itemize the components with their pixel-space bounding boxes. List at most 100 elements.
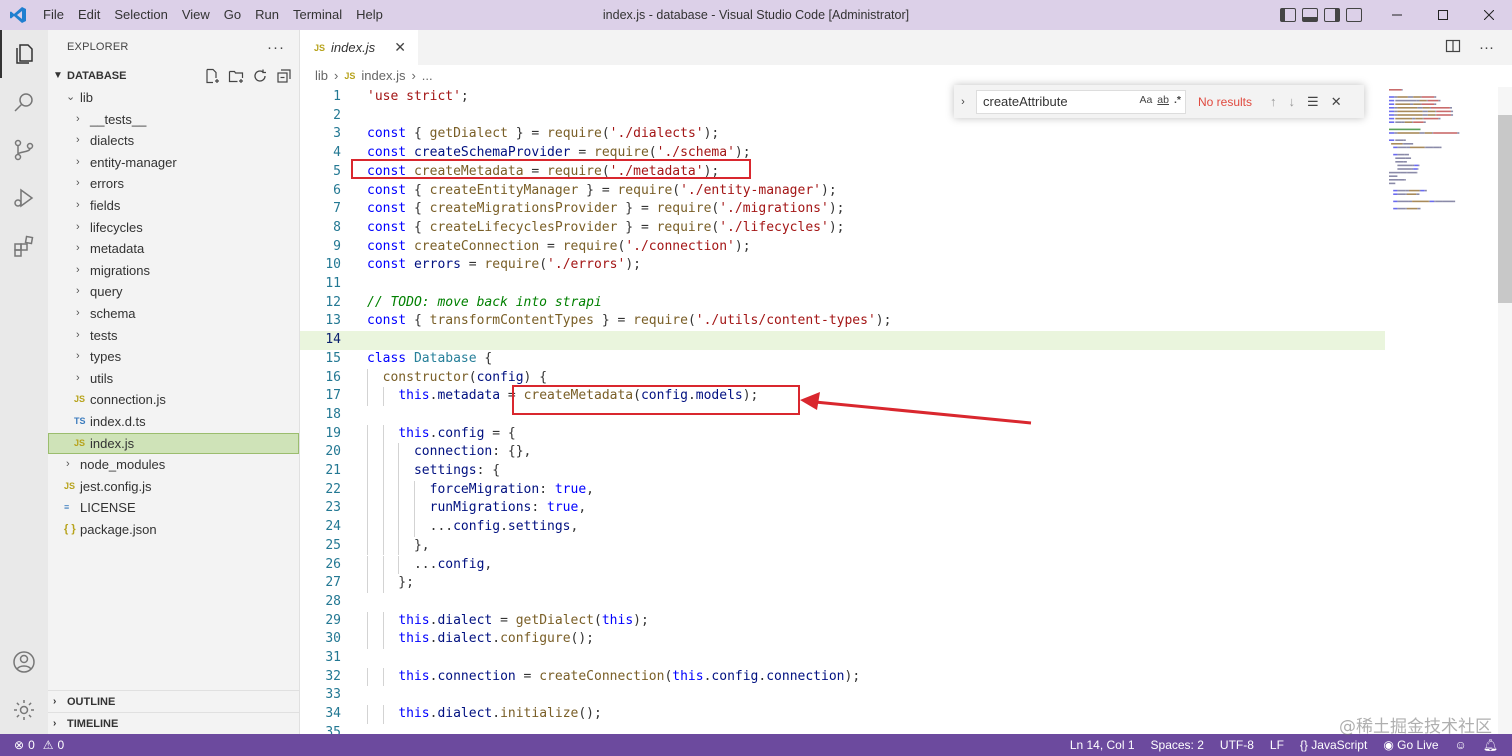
vertical-scrollbar[interactable] (1498, 87, 1512, 734)
code-token: ( (601, 163, 610, 179)
line-number: 31 (325, 650, 341, 665)
code-editor[interactable]: 1'use strict'; 2 3 const { getDialect } = r… (300, 87, 1385, 734)
maximize-button[interactable] (1420, 0, 1466, 30)
cursor-position[interactable]: Ln 14, Col 1 (1070, 738, 1135, 752)
toggle-primary-sidebar-icon[interactable] (1280, 8, 1296, 22)
menu-go[interactable]: Go (217, 0, 248, 30)
close-tab-icon[interactable]: ✕ (394, 39, 406, 56)
close-find-icon[interactable]: ✕ (1331, 94, 1342, 110)
settings-gear-icon[interactable] (0, 686, 48, 734)
customize-layout-icon[interactable] (1346, 8, 1362, 22)
workspace-section-header[interactable]: ▼ DATABASE (48, 65, 299, 87)
tree-file[interactable]: ≡ LICENSE (48, 497, 299, 519)
line-number: 1 (333, 89, 341, 104)
tree-folder[interactable]: › entity-manager (48, 152, 299, 174)
more-actions-icon[interactable]: ··· (1479, 39, 1494, 56)
code-text: const createConnection = require('./conn… (367, 238, 751, 257)
new-folder-icon[interactable] (227, 67, 245, 85)
find-input[interactable]: createAttribute Aa ab .* (976, 89, 1186, 114)
code-token: this (672, 668, 704, 684)
accounts-icon[interactable] (0, 638, 48, 686)
tree-folder[interactable]: › query (48, 281, 299, 303)
previous-match-icon[interactable]: ↑ (1270, 94, 1277, 110)
tree-folder[interactable]: › node_modules (48, 454, 299, 476)
line-number: 28 (325, 593, 341, 609)
run-debug-icon[interactable] (0, 174, 48, 222)
breadcrumb-folder[interactable]: lib (315, 65, 328, 87)
line-number: 32 (325, 668, 341, 684)
collapse-all-icon[interactable] (275, 67, 293, 85)
tree-folder[interactable]: › metadata (48, 238, 299, 260)
menu-terminal[interactable]: Terminal (286, 0, 349, 30)
code-token: ( (601, 126, 610, 142)
minimap-token (1397, 168, 1412, 170)
tree-folder[interactable]: › lifecycles (48, 217, 299, 239)
tree-folder[interactable]: › dialects (48, 130, 299, 152)
feedback-icon[interactable]: ☺ (1455, 738, 1467, 752)
tree-file[interactable]: TS index.d.ts (48, 411, 299, 433)
toggle-panel-icon[interactable] (1302, 8, 1318, 22)
menu-run[interactable]: Run (248, 0, 286, 30)
menu-file[interactable]: File (36, 0, 71, 30)
menu-help[interactable]: Help (349, 0, 390, 30)
timeline-section-header[interactable]: › TIMELINE (48, 712, 300, 734)
encoding[interactable]: UTF-8 (1220, 738, 1254, 752)
next-match-icon[interactable]: ↓ (1289, 94, 1296, 110)
toggle-replace-icon[interactable]: › (954, 96, 972, 108)
go-live-button[interactable]: ◉ Go Live (1383, 738, 1438, 752)
tree-folder[interactable]: › tests (48, 325, 299, 347)
outline-section-header[interactable]: › OUTLINE (48, 690, 300, 712)
tree-folder[interactable]: › migrations (48, 260, 299, 282)
code-line: 25 }, (300, 536, 1385, 556)
problems-indicator[interactable]: ⊗ 0 ⚠ 0 (0, 738, 64, 752)
minimize-button[interactable] (1374, 0, 1420, 30)
indentation[interactable]: Spaces: 2 (1151, 738, 1204, 752)
line-number: 12 (325, 294, 341, 310)
minimap-token (1406, 171, 1408, 174)
tree-folder[interactable]: › errors (48, 173, 299, 195)
minimap-token (1398, 200, 1409, 203)
close-window-button[interactable] (1466, 0, 1512, 30)
tree-file[interactable]: JS index.js (48, 432, 299, 455)
tab-index-js[interactable]: JS index.js ✕ (300, 30, 418, 65)
menu-selection[interactable]: Selection (107, 0, 174, 30)
language-mode[interactable]: {} JavaScript (1300, 738, 1367, 752)
minimap[interactable] (1385, 87, 1495, 734)
match-case-icon[interactable]: Aa (1139, 94, 1152, 106)
search-icon[interactable] (0, 78, 48, 126)
scrollbar-thumb[interactable] (1498, 115, 1512, 303)
explorer-icon[interactable] (0, 30, 48, 78)
code-token: createSchemaProvider (413, 145, 571, 161)
refresh-icon[interactable] (251, 67, 269, 85)
find-in-selection-icon[interactable]: ☰ (1307, 94, 1319, 110)
minimap-token (1389, 107, 1395, 109)
explorer-title-label: EXPLORER (67, 41, 129, 53)
tree-folder[interactable]: › schema (48, 303, 299, 325)
tree-folder[interactable]: › utils (48, 368, 299, 390)
code-token: const (367, 145, 407, 161)
tree-folder[interactable]: › types (48, 346, 299, 368)
toggle-secondary-sidebar-icon[interactable] (1324, 8, 1340, 22)
use-regex-icon[interactable]: .* (1174, 94, 1181, 106)
breadcrumb-file[interactable]: index.js (361, 65, 405, 87)
match-whole-word-icon[interactable]: ab (1157, 94, 1169, 106)
end-of-line[interactable]: LF (1270, 738, 1284, 752)
code-text: this.dialect.initialize(); (367, 705, 602, 724)
tree-file[interactable]: JS connection.js (48, 389, 299, 411)
tree-folder[interactable]: › __tests__ (48, 109, 299, 131)
notifications-bell-icon[interactable]: 🔔︎ (1483, 738, 1498, 752)
tree-file[interactable]: { } package.json (48, 519, 299, 541)
code-line: 23 runMigrations: true, (300, 499, 1385, 519)
tree-file[interactable]: JS jest.config.js (48, 476, 299, 498)
tree-folder[interactable]: › fields (48, 195, 299, 217)
more-actions-icon[interactable]: ··· (267, 30, 285, 65)
split-editor-icon[interactable] (1445, 38, 1461, 57)
breadcrumb-symbol[interactable]: ... (422, 65, 433, 87)
extensions-icon[interactable] (0, 222, 48, 270)
menu-view[interactable]: View (175, 0, 217, 30)
menu-edit[interactable]: Edit (71, 0, 107, 30)
source-control-icon[interactable] (0, 126, 48, 174)
minimap-token (1457, 132, 1460, 134)
tree-folder[interactable]: ⌄ lib (48, 87, 299, 109)
new-file-icon[interactable] (203, 67, 221, 85)
